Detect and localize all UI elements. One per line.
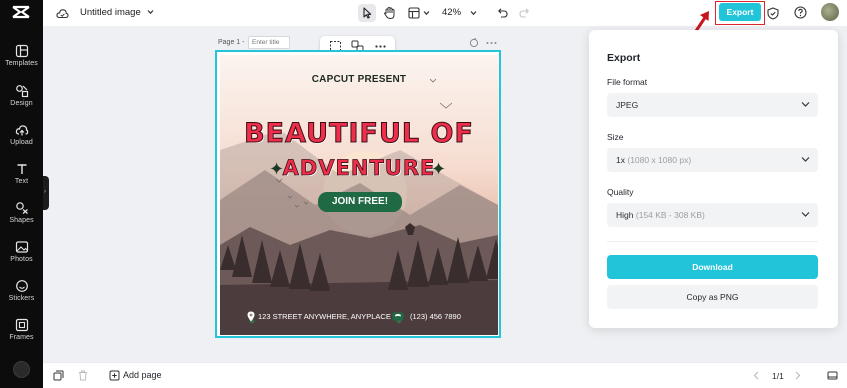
sidebar-item-templates[interactable]: Templates (0, 44, 43, 80)
sidebar-item-photos[interactable]: Photos (0, 240, 43, 276)
sidebar-item-label: Text (14, 178, 29, 185)
file-format-label: File format (607, 77, 648, 87)
templates-icon (15, 44, 28, 58)
quality-hint: (154 KB - 308 KB) (635, 210, 705, 220)
phone-icon (392, 312, 404, 321)
design-headline-1: BEAUTIFUL OF (244, 118, 474, 150)
sidebar-collapse-handle[interactable]: › (43, 176, 49, 210)
divider (607, 241, 818, 242)
help-icon[interactable] (794, 6, 807, 19)
design-cta-badge: JOIN FREE! (318, 192, 402, 212)
sidebar-item-label: Design (10, 100, 33, 107)
download-button[interactable]: Download (607, 255, 818, 279)
bottom-bar: Add page 1/1 (43, 362, 847, 388)
sidebar-item-text[interactable]: Text (0, 162, 43, 198)
chevron-down-icon[interactable] (423, 10, 430, 16)
copy-as-png-button[interactable]: Copy as PNG (607, 285, 818, 309)
page-title-input[interactable] (248, 36, 290, 49)
design-page-selection[interactable]: CAPCUT PRESENT BEAUTIFUL OF ✦ ADVENTURE … (215, 50, 501, 338)
chevron-down-icon[interactable] (470, 10, 477, 16)
sidebar-item-label: Photos (10, 256, 33, 263)
sidebar-item-label: Upload (10, 139, 33, 146)
design-phone: (123) 456 7890 (410, 312, 461, 321)
photos-icon (15, 241, 28, 253)
redo-icon[interactable] (519, 7, 531, 18)
chevron-down-icon[interactable] (147, 9, 154, 15)
capcut-logo[interactable] (11, 5, 31, 19)
page-more-icon[interactable] (486, 41, 497, 45)
text-icon (17, 164, 26, 174)
shapes-icon (15, 202, 28, 214)
add-page-button[interactable]: Add page (123, 370, 162, 380)
export-panel-title: Export (607, 52, 641, 64)
chevron-left-icon[interactable] (753, 371, 759, 380)
chevron-down-icon (801, 157, 810, 162)
cursor-icon (363, 7, 372, 19)
quality-select[interactable]: High (154 KB - 308 KB) (607, 203, 818, 227)
file-format-select[interactable]: JPEG (607, 93, 818, 117)
design-footer: 123 STREET ANYWHERE, ANYPLACE (123) 456 … (220, 311, 498, 325)
sidebar-item-label: Templates (5, 60, 38, 67)
page-counter: 1/1 (772, 371, 784, 381)
export-panel: Export File format JPEG Size 1x (1080 x … (589, 30, 838, 328)
sidebar-item-label: Stickers (8, 295, 35, 302)
chevron-down-icon (801, 212, 810, 217)
sparkle-icon: ✦ (431, 159, 447, 179)
design-icon (15, 85, 28, 98)
design-present-text: CAPCUT PRESENT (311, 74, 407, 85)
sidebar-item-stickers[interactable]: Stickers (0, 279, 43, 315)
sidebar-item-label: Shapes (9, 217, 34, 224)
size-value: 1x (616, 155, 625, 165)
design-canvas[interactable]: CAPCUT PRESENT BEAUTIFUL OF ✦ ADVENTURE … (220, 55, 498, 335)
more-apps-button[interactable] (13, 361, 30, 378)
quality-value: High (616, 210, 634, 220)
fit-screen-icon[interactable] (827, 370, 838, 381)
pages-icon[interactable] (53, 370, 64, 381)
quality-label: Quality (607, 187, 634, 197)
chevron-right-icon[interactable] (795, 371, 801, 380)
page-label: Page 1 - (218, 39, 245, 46)
left-sidebar: Templates Design Upload Text Shapes Phot… (0, 0, 43, 388)
sidebar-item-upload[interactable]: Upload (0, 123, 43, 159)
frames-icon (15, 318, 28, 332)
add-page-icon[interactable] (109, 370, 120, 381)
file-format-value: JPEG (616, 100, 639, 110)
undo-icon[interactable] (496, 7, 508, 18)
sidebar-item-frames[interactable]: Frames (0, 318, 43, 354)
shield-icon[interactable] (767, 7, 779, 20)
size-label: Size (607, 132, 624, 142)
refresh-icon[interactable] (469, 38, 479, 48)
trash-icon[interactable] (78, 370, 88, 381)
location-pin-icon (247, 311, 255, 322)
select-tool-button[interactable] (358, 4, 376, 22)
design-headline-2: ADVENTURE (282, 156, 436, 181)
zoom-level[interactable]: 42% (442, 7, 461, 18)
design-address: 123 STREET ANYWHERE, ANYPLACE (258, 312, 391, 321)
sidebar-item-design[interactable]: Design (0, 84, 43, 120)
upload-icon (15, 125, 28, 136)
size-hint: (1080 x 1080 px) (627, 155, 692, 165)
cloud-icon[interactable] (56, 7, 69, 19)
sidebar-item-label: Frames (9, 334, 34, 341)
sidebar-item-shapes[interactable]: Shapes (0, 201, 43, 237)
size-select[interactable]: 1x (1080 x 1080 px) (607, 148, 818, 172)
export-button[interactable]: Export (719, 3, 761, 21)
document-title[interactable]: Untitled image (80, 7, 141, 18)
layout-icon[interactable] (408, 7, 420, 19)
hand-icon[interactable] (383, 6, 396, 20)
chevron-down-icon (801, 102, 810, 107)
stickers-icon (15, 280, 28, 292)
avatar[interactable] (821, 3, 839, 21)
